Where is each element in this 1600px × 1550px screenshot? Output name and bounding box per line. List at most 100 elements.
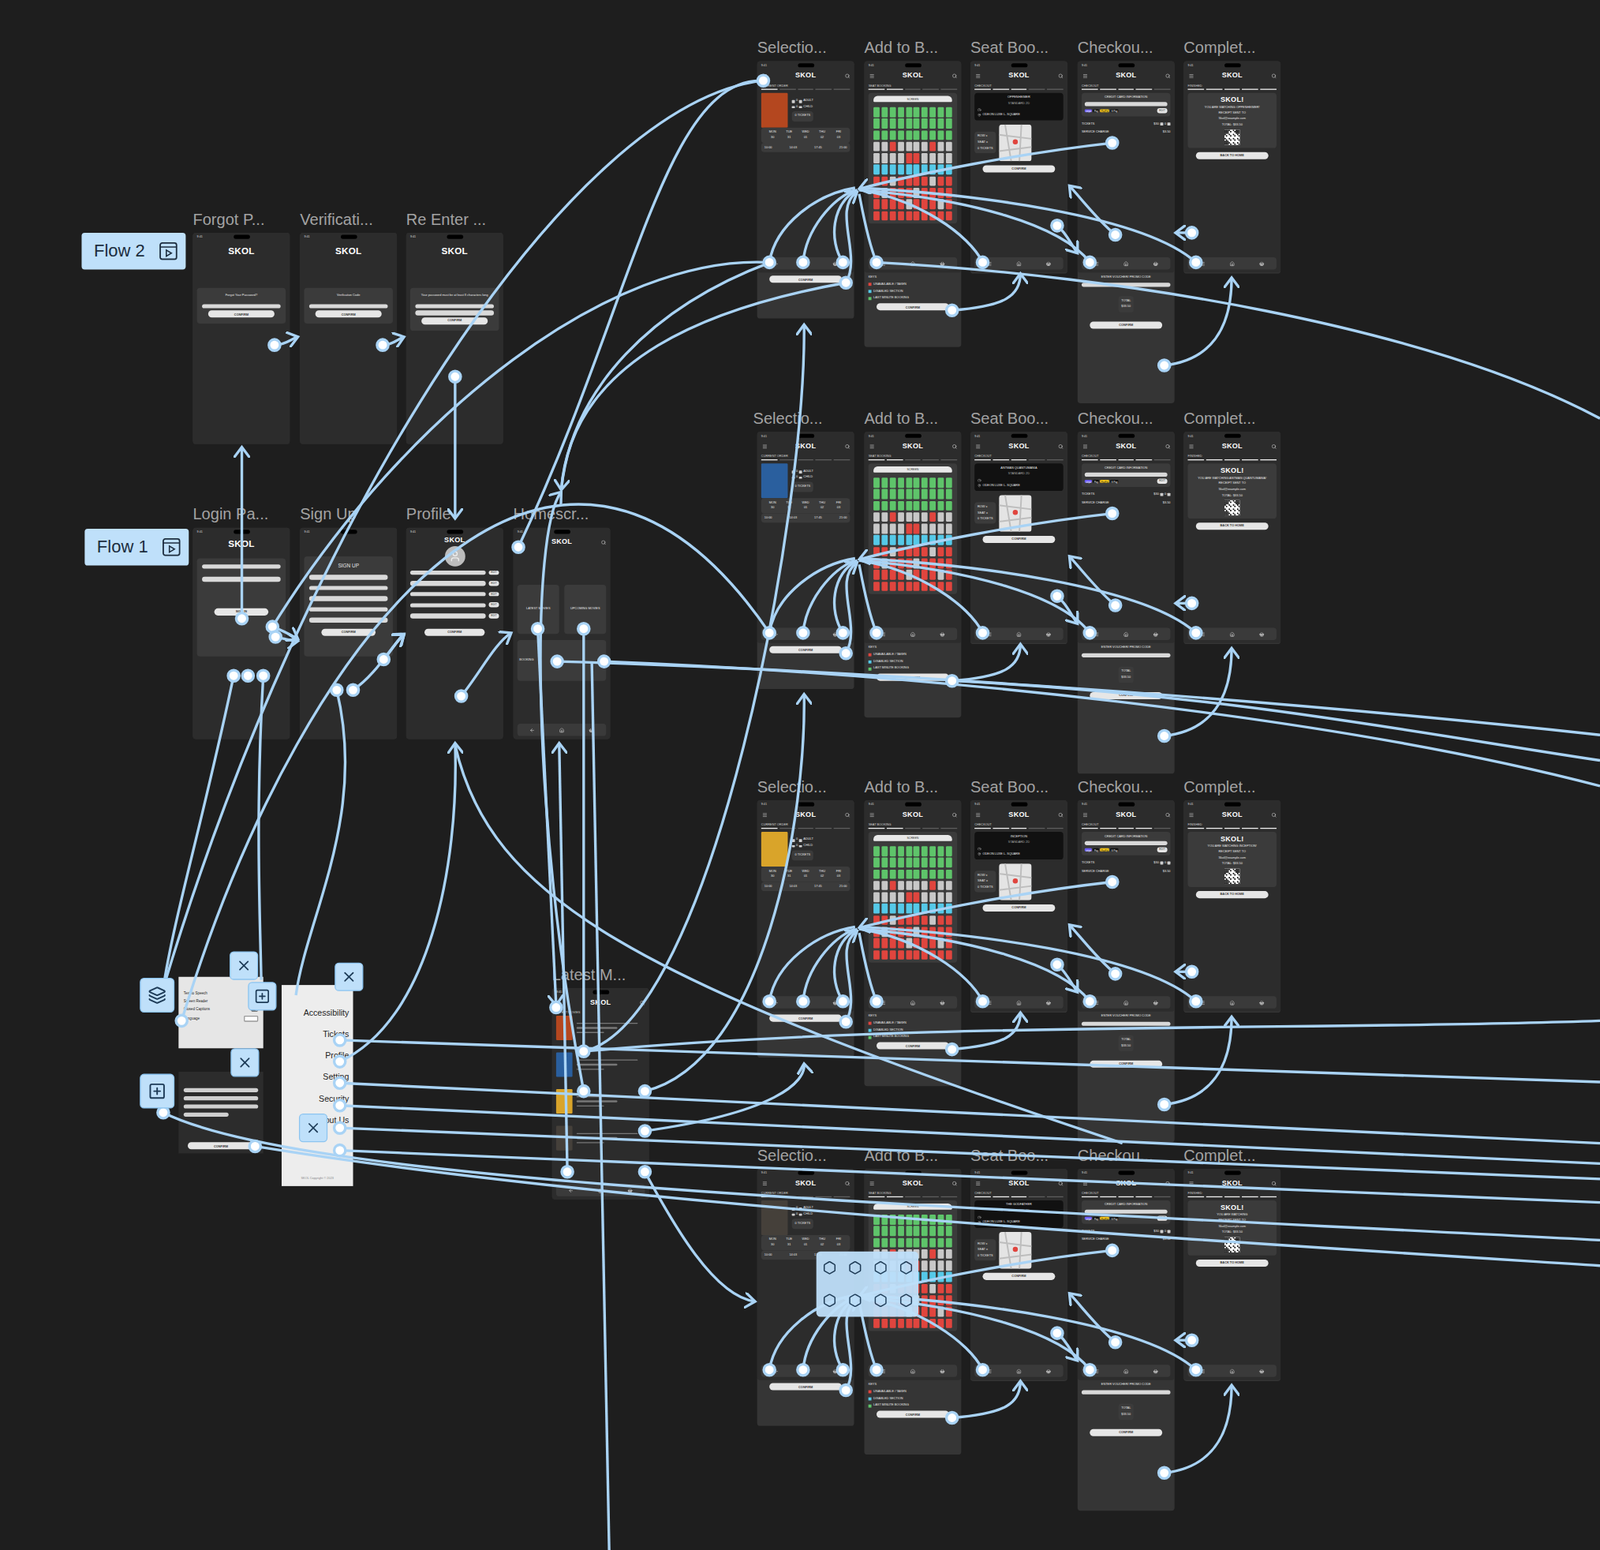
seat[interactable]	[905, 500, 913, 511]
nav-button[interactable]	[773, 260, 780, 266]
seat[interactable]	[897, 915, 905, 925]
payment-option[interactable]: G Pay	[1110, 1216, 1118, 1220]
nav-button[interactable]	[986, 1368, 993, 1373]
seat[interactable]	[921, 581, 928, 591]
booking-tile[interactable]: BOOKING	[517, 639, 607, 681]
payment-option[interactable]: PayPal	[1099, 108, 1110, 113]
connection-line[interactable]	[859, 560, 1090, 633]
minus-button[interactable]	[1167, 493, 1171, 496]
nav-button[interactable]	[1093, 631, 1100, 636]
seat[interactable]	[929, 118, 936, 128]
payment-option[interactable]: PayPal	[1099, 1216, 1110, 1220]
connection-dot[interactable]	[334, 1099, 346, 1111]
connection-dot[interactable]	[797, 627, 809, 639]
connection-line[interactable]	[295, 689, 345, 995]
confirm-button[interactable]: CONFIRM	[315, 310, 382, 318]
connection-dot[interactable]	[266, 620, 278, 632]
plus-button[interactable]	[1160, 123, 1163, 126]
voucher-input[interactable]	[1081, 282, 1171, 288]
connection-line[interactable]	[560, 282, 846, 490]
frame-title[interactable]: Login Pa...	[192, 504, 269, 524]
seat[interactable]	[945, 938, 952, 948]
menu-button[interactable]	[761, 72, 768, 78]
seat[interactable]	[889, 1214, 897, 1224]
day-label[interactable]: THU	[814, 869, 831, 874]
seat[interactable]	[874, 857, 881, 868]
connection-dot[interactable]	[235, 613, 247, 625]
connection-dot[interactable]	[1186, 965, 1198, 977]
seat[interactable]	[913, 926, 920, 936]
nav-button[interactable]	[909, 260, 916, 266]
seat[interactable]	[913, 1214, 920, 1224]
connection-line[interactable]	[382, 336, 404, 345]
seat[interactable]	[874, 880, 881, 890]
date-label[interactable]: 03	[830, 135, 848, 140]
seat[interactable]	[945, 512, 952, 522]
seat[interactable]	[929, 880, 936, 890]
day-label[interactable]: FRI	[830, 500, 848, 505]
seat[interactable]	[889, 187, 897, 198]
seat[interactable]	[874, 534, 881, 545]
seat[interactable]	[913, 1226, 920, 1236]
connection-line[interactable]	[254, 1145, 1600, 1265]
nav-button[interactable]	[1122, 631, 1129, 636]
seat[interactable]	[913, 1237, 920, 1247]
movie-list-item[interactable]	[556, 1015, 646, 1040]
seat[interactable]	[937, 142, 944, 152]
seat[interactable]	[921, 199, 928, 210]
nav-button[interactable]	[1093, 260, 1100, 266]
nav-button[interactable]	[1152, 1368, 1159, 1373]
seat[interactable]	[945, 926, 952, 936]
connection-line[interactable]	[859, 928, 1090, 1002]
ticket-counter[interactable]: 0ADULT	[792, 837, 814, 842]
connection-dot[interactable]	[946, 304, 958, 316]
payment-option[interactable]: G Pay	[1110, 108, 1118, 113]
minus-button[interactable]	[792, 100, 795, 103]
card-number-input[interactable]	[1084, 472, 1168, 478]
nav-button[interactable]	[588, 727, 595, 733]
connection-line[interactable]	[859, 560, 983, 633]
nav-button[interactable]	[568, 1187, 575, 1193]
seat[interactable]	[874, 1214, 881, 1224]
plus-button[interactable]	[799, 1212, 802, 1215]
frame-title[interactable]: Checkou...	[1077, 1145, 1154, 1164]
day-label[interactable]: WED	[797, 500, 815, 505]
confirm-button[interactable]: CONFIRM	[421, 317, 488, 325]
seat[interactable]	[937, 546, 944, 557]
plus-button[interactable]	[1160, 1229, 1163, 1233]
search-button[interactable]	[950, 72, 958, 78]
frame-title[interactable]: Seat Boo...	[970, 38, 1049, 57]
seat[interactable]	[945, 546, 952, 557]
day-label[interactable]: WED	[797, 869, 815, 874]
connection-dot[interactable]	[331, 684, 343, 696]
connection-line[interactable]	[583, 324, 804, 1051]
connection-line[interactable]	[1175, 970, 1193, 973]
seat[interactable]	[882, 1226, 889, 1236]
date-label[interactable]: 02	[814, 1242, 831, 1247]
payment-option[interactable]: G Pay	[1110, 848, 1118, 852]
confirm-button[interactable]: CONFIRM	[187, 1141, 255, 1149]
connection-dot[interactable]	[249, 1140, 261, 1152]
seat[interactable]	[913, 569, 920, 580]
connection-dot[interactable]	[797, 995, 809, 1007]
seat[interactable]	[929, 1294, 936, 1305]
back-to-home-button[interactable]: BACK TO HOME	[1196, 890, 1269, 898]
seat[interactable]	[882, 175, 889, 186]
nav-button[interactable]	[1016, 999, 1023, 1005]
connection-line[interactable]	[1164, 277, 1232, 366]
frame-title[interactable]: Seat Boo...	[970, 1145, 1049, 1164]
connection-line[interactable]	[181, 504, 770, 1021]
date-label[interactable]: 02	[814, 135, 831, 140]
seat[interactable]	[945, 1318, 952, 1328]
seat[interactable]	[897, 903, 905, 913]
connection-line[interactable]	[274, 336, 299, 345]
seat[interactable]	[897, 938, 905, 948]
seat[interactable]	[882, 489, 889, 499]
confirm-button[interactable]: CONFIRM	[983, 535, 1056, 543]
seat[interactable]	[913, 546, 920, 557]
search-button[interactable]	[950, 443, 958, 449]
connection-dot[interactable]	[946, 675, 958, 687]
connection-line[interactable]	[275, 636, 298, 641]
seat[interactable]	[929, 558, 936, 569]
seat[interactable]	[905, 489, 913, 499]
